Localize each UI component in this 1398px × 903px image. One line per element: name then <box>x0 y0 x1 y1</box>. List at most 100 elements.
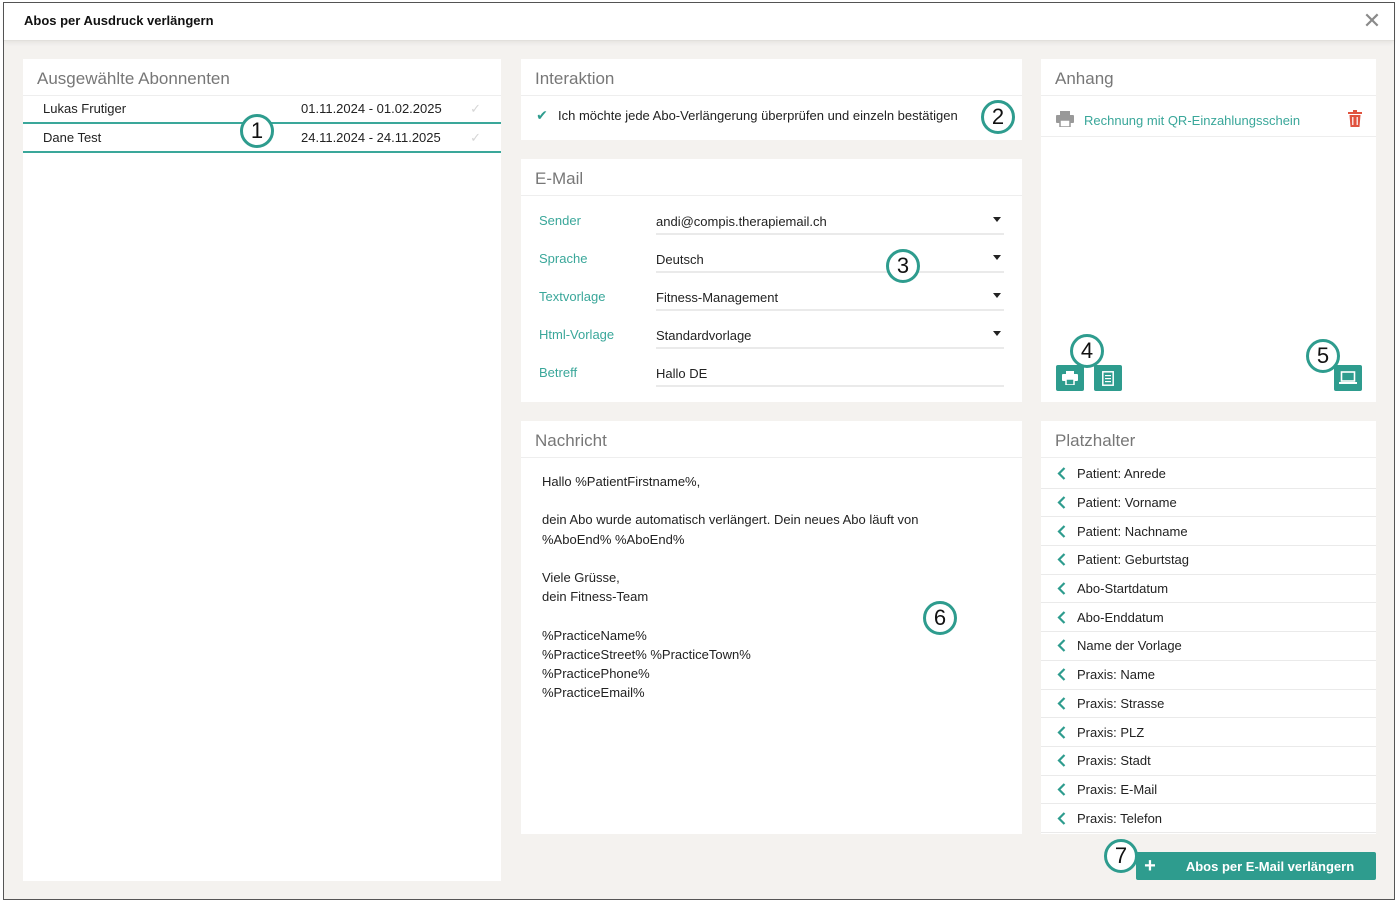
close-icon[interactable]: ✕ <box>1360 8 1384 33</box>
placeholder-label: Abo-Enddatum <box>1077 609 1164 625</box>
sender-row: Sender andi@compis.therapiemail.ch <box>539 201 1004 239</box>
placeholder-item[interactable]: Patient: Geburtstag <box>1041 546 1376 575</box>
subject-value: Hallo DE <box>656 366 708 381</box>
placeholders-panel: Platzhalter Patient: Anrede Patient: Vor… <box>1041 421 1376 834</box>
annotation-badge-5: 5 <box>1306 339 1340 373</box>
subject-label: Betreff <box>539 365 578 380</box>
placeholders-title: Platzhalter <box>1041 421 1376 458</box>
html-template-row: Html-Vorlage Standardvorlage <box>539 315 1004 353</box>
annotation-badge-2: 2 <box>981 100 1015 134</box>
chevron-left-icon <box>1057 639 1077 653</box>
chevron-left-icon <box>1057 697 1077 710</box>
document-button[interactable] <box>1094 365 1122 391</box>
laptop-icon <box>1339 371 1357 384</box>
subscribers-panel: Ausgewählte Abonnenten Lukas Frutiger 01… <box>23 59 501 881</box>
text-template-select[interactable]: Fitness-Management <box>656 281 1004 311</box>
caret-down-icon <box>993 255 1001 260</box>
print-button[interactable] <box>1056 365 1084 391</box>
placeholder-label: Patient: Nachname <box>1077 523 1188 539</box>
sender-select[interactable]: andi@compis.therapiemail.ch <box>656 205 1004 235</box>
placeholder-label: Name der Vorlage <box>1077 638 1182 654</box>
language-select[interactable]: Deutsch <box>656 243 1004 273</box>
chevron-left-icon <box>1057 668 1077 681</box>
subscriber-dates: 01.11.2024 - 01.02.2025 <box>301 101 442 116</box>
chevron-left-icon <box>1057 754 1077 767</box>
placeholder-item[interactable]: Patient: Anrede <box>1041 460 1376 489</box>
placeholder-label: Abo-Startdatum <box>1077 581 1169 597</box>
dialog-title: Abos per Ausdruck verlängern <box>24 13 214 28</box>
chevron-left-icon <box>1057 553 1077 567</box>
document-icon <box>1102 370 1114 386</box>
annotation-badge-1: 1 <box>240 114 274 148</box>
placeholder-item[interactable]: Name der Vorlage <box>1041 632 1376 661</box>
text-template-label: Textvorlage <box>539 289 606 304</box>
placeholder-label: Patient: Anrede <box>1077 466 1166 482</box>
placeholder-label: Patient: Geburtstag <box>1077 552 1190 568</box>
email-title: E-Mail <box>521 159 1022 196</box>
chevron-left-icon <box>1057 467 1077 481</box>
placeholder-item[interactable]: Praxis: E-Mail <box>1041 776 1376 805</box>
chevron-left-icon <box>1057 783 1077 796</box>
review-checkbox-row[interactable]: ✔ Ich möchte jede Abo-Verlängerung überp… <box>521 96 1022 135</box>
placeholder-label: Praxis: Stadt <box>1077 753 1151 769</box>
attachment-item: Rechnung mit QR-Einzahlungsschein <box>1041 104 1376 137</box>
chevron-left-icon <box>1057 611 1077 624</box>
placeholder-list: Patient: Anrede Patient: Vorname Patient… <box>1041 458 1376 833</box>
interaction-title: Interaktion <box>521 59 1022 96</box>
chevron-left-icon <box>1057 811 1077 825</box>
html-template-select[interactable]: Standardvorlage <box>656 319 1004 349</box>
placeholder-label: Praxis: Strasse <box>1077 695 1165 711</box>
subscriber-name: Lukas Frutiger <box>43 101 127 116</box>
renew-by-email-button[interactable]: + Abos per E-Mail verlängern <box>1136 852 1376 880</box>
annotation-badge-3: 3 <box>886 249 920 283</box>
check-icon: ✓ <box>470 129 481 145</box>
language-label: Sprache <box>539 251 588 266</box>
dialog-window: Abos per Ausdruck verlängern ✕ Ausgewähl… <box>3 2 1395 900</box>
chevron-left-icon <box>1057 524 1077 538</box>
printer-icon <box>1062 371 1078 385</box>
printer-icon <box>1055 110 1075 130</box>
message-title: Nachricht <box>521 421 1022 458</box>
placeholder-item[interactable]: Praxis: Stadt <box>1041 747 1376 776</box>
subject-input[interactable]: Hallo DE <box>656 357 1004 387</box>
subscribers-title: Ausgewählte Abonnenten <box>23 59 501 96</box>
attachment-link[interactable]: Rechnung mit QR-Einzahlungsschein <box>1084 113 1348 128</box>
placeholder-item[interactable]: Patient: Nachname <box>1041 517 1376 547</box>
placeholder-item[interactable]: Praxis: Name <box>1041 661 1376 690</box>
email-panel: E-Mail Sender andi@compis.therapiemail.c… <box>521 159 1022 402</box>
caret-down-icon <box>993 217 1001 222</box>
annotation-badge-6: 6 <box>923 601 957 635</box>
trash-icon[interactable] <box>1348 110 1362 130</box>
placeholder-item[interactable]: Abo-Startdatum <box>1041 575 1376 604</box>
review-checkbox-label: Ich möchte jede Abo-Verlängerung überprü… <box>558 108 958 123</box>
html-template-label: Html-Vorlage <box>539 327 615 342</box>
placeholder-item[interactable]: Patient: Vorname <box>1041 489 1376 518</box>
plus-icon: + <box>1144 854 1156 877</box>
placeholder-item[interactable]: Praxis: Strasse <box>1041 690 1376 719</box>
caret-down-icon <box>993 293 1001 298</box>
placeholder-item[interactable]: Praxis: Telefon <box>1041 804 1376 833</box>
placeholder-item[interactable]: Abo-Enddatum <box>1041 603 1376 633</box>
subject-row: Betreff Hallo DE <box>539 353 1004 391</box>
language-row: Sprache Deutsch <box>539 239 1004 277</box>
renew-by-email-label: Abos per E-Mail verlängern <box>1185 858 1355 874</box>
chevron-left-icon <box>1057 496 1077 509</box>
text-template-value: Fitness-Management <box>656 290 779 305</box>
placeholder-label: Praxis: E-Mail <box>1077 781 1158 797</box>
annotation-badge-7: 7 <box>1104 839 1138 873</box>
laptop-button[interactable] <box>1334 365 1362 391</box>
review-checkbox[interactable]: ✔ <box>535 107 549 123</box>
attachment-title: Anhang <box>1041 59 1376 96</box>
annotation-badge-4: 4 <box>1070 334 1104 368</box>
title-bar: Abos per Ausdruck verlängern ✕ <box>4 3 1394 41</box>
chevron-left-icon <box>1057 582 1077 595</box>
text-template-row: Textvorlage Fitness-Management <box>539 277 1004 315</box>
interaction-panel: Interaktion ✔ Ich möchte jede Abo-Verlän… <box>521 59 1022 140</box>
message-body[interactable]: Hallo %PatientFirstname%, dein Abo wurde… <box>521 458 1022 716</box>
chevron-left-icon <box>1057 725 1077 739</box>
language-value: Deutsch <box>656 252 704 267</box>
check-icon: ✓ <box>470 100 481 116</box>
sender-label: Sender <box>539 213 581 228</box>
placeholder-label: Praxis: Telefon <box>1077 810 1163 826</box>
placeholder-item[interactable]: Praxis: PLZ <box>1041 718 1376 747</box>
